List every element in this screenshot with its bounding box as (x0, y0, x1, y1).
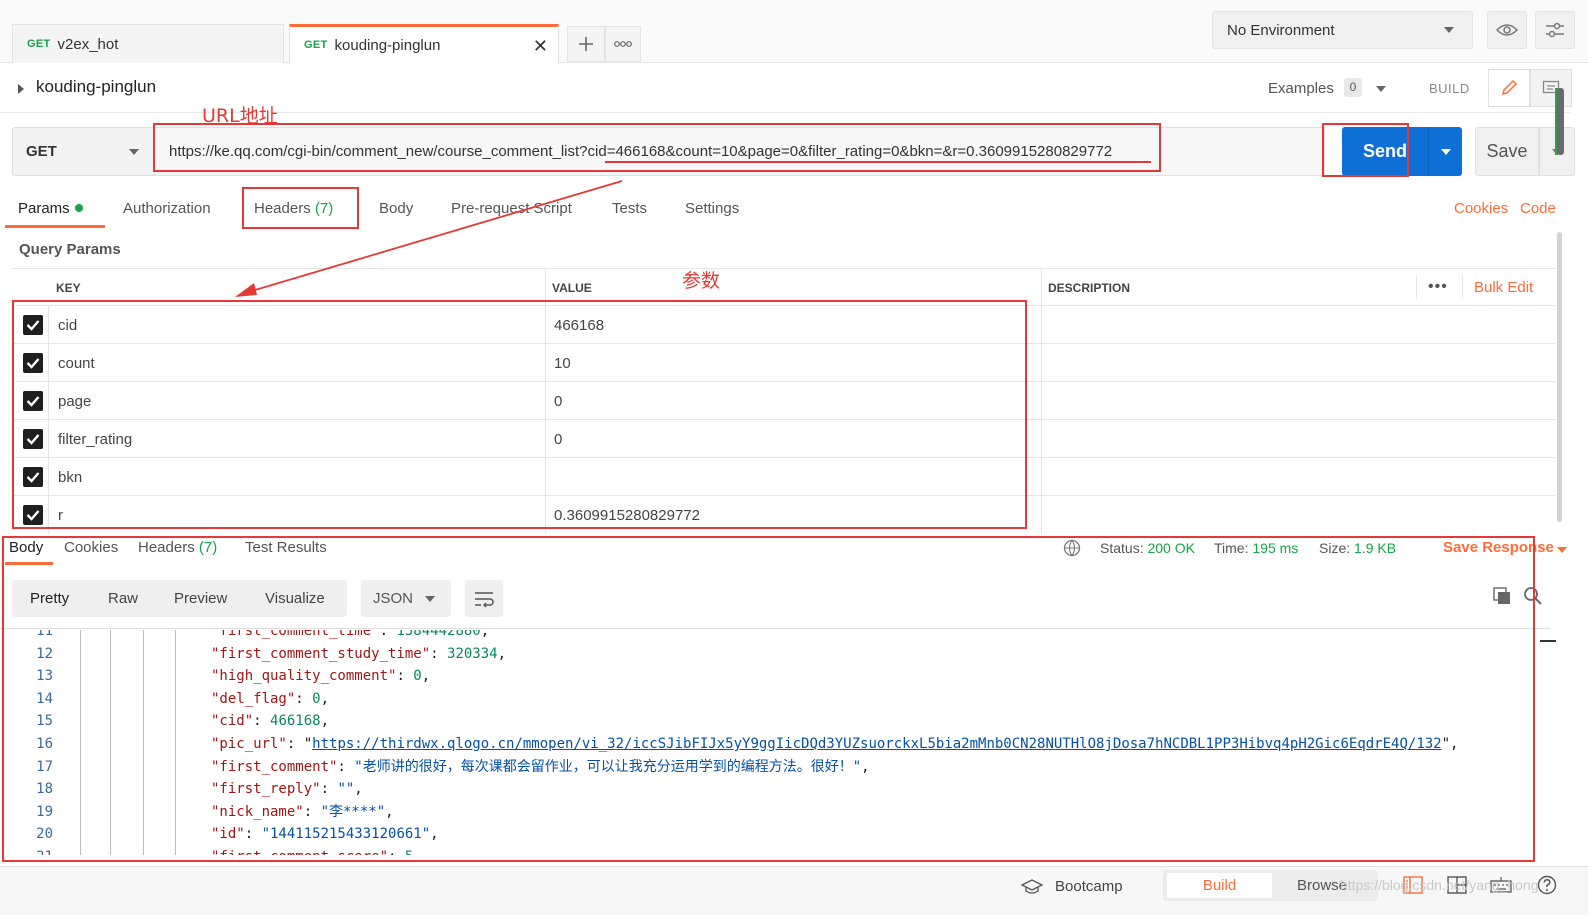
annotation-arrow (235, 180, 623, 297)
